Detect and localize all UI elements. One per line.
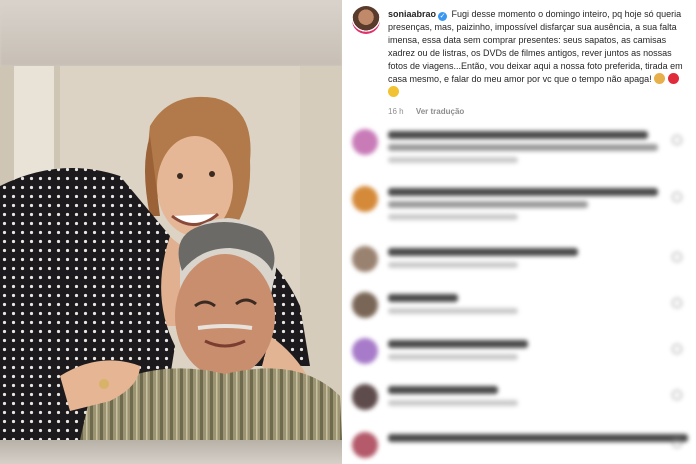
like-heart-icon[interactable] [672, 390, 682, 400]
comment-meta [388, 400, 518, 406]
comment-text-continued [388, 144, 658, 151]
post-photo[interactable] [0, 0, 342, 464]
comment-item[interactable] [352, 244, 686, 284]
post-time: 16 h [388, 107, 404, 116]
see-translation-link[interactable]: Ver tradução [416, 107, 464, 116]
comment-text-continued [388, 201, 588, 208]
comment-item[interactable] [352, 336, 686, 376]
caption-body: Fugi desse momento o domingo inteiro, pq… [388, 9, 683, 84]
username-link[interactable]: soniaabrao [388, 9, 436, 19]
father-daughter-photo [0, 66, 342, 440]
comment-text [388, 248, 578, 256]
comment-item[interactable] [352, 184, 686, 224]
comment-meta [388, 157, 518, 163]
user-avatar[interactable] [352, 6, 380, 34]
commenter-avatar[interactable] [352, 129, 378, 155]
pray-emoji [654, 73, 666, 84]
like-heart-icon[interactable] [672, 135, 682, 145]
comment-text [388, 340, 528, 348]
photo-blur-top [0, 0, 342, 66]
verified-badge-icon: ✓ [438, 12, 448, 21]
commenter-avatar[interactable] [352, 384, 378, 410]
comment-item[interactable] [352, 430, 688, 464]
comment-text [388, 131, 648, 139]
smile-emoji [388, 86, 399, 97]
like-heart-icon[interactable] [672, 438, 682, 448]
commenter-avatar[interactable] [352, 432, 378, 458]
like-heart-icon[interactable] [672, 252, 682, 262]
photo-blur-bottom [0, 440, 342, 464]
red-heart-emoji [667, 73, 679, 84]
like-heart-icon[interactable] [672, 192, 682, 202]
comment-meta [388, 354, 518, 360]
comment-item[interactable] [352, 127, 686, 167]
like-heart-icon[interactable] [672, 298, 682, 308]
commenter-avatar[interactable] [352, 186, 378, 212]
comment-meta [388, 308, 518, 314]
comment-text [388, 294, 458, 302]
like-heart-icon[interactable] [672, 344, 682, 354]
comment-item[interactable] [352, 382, 686, 422]
comment-meta [388, 214, 518, 220]
comment-text [388, 434, 688, 442]
comment-meta [388, 262, 518, 268]
comment-text [388, 188, 658, 196]
caption-text: soniaabrao ✓ Fugi desse momento o domingo… [388, 8, 684, 99]
post-meta: 16 h Ver tradução [388, 107, 464, 116]
commenter-avatar[interactable] [352, 292, 378, 318]
comment-text [388, 386, 498, 394]
comment-item[interactable] [352, 290, 686, 330]
instagram-post-panel: soniaabrao ✓ Fugi desse momento o domingo… [342, 0, 696, 464]
commenter-avatar[interactable] [352, 246, 378, 272]
commenter-avatar[interactable] [352, 338, 378, 364]
